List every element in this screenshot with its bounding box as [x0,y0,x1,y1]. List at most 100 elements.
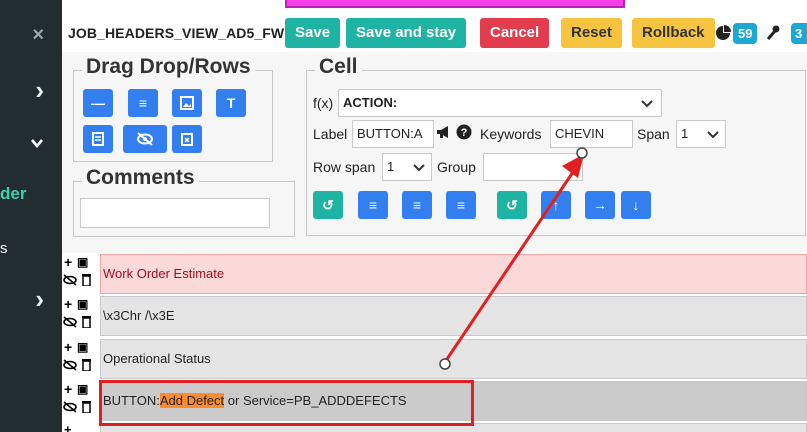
row-controls: + ▣ [62,381,100,423]
count-badge: 59 [733,23,758,44]
add-text-button[interactable]: T [216,89,246,117]
plus-icon[interactable]: + [64,254,72,270]
wrench-icon[interactable] [766,25,780,44]
trash-icon[interactable] [81,400,92,416]
sidebar-item-label: s [0,240,8,257]
eye-slash-icon [137,132,153,146]
fx-label: f(x) [313,95,334,111]
sidebar-item-collapse[interactable] [0,125,62,165]
align-left-button[interactable]: ≡ [358,191,388,219]
align-left-icon: ≡ [368,197,378,213]
sidebar-item-expand-2[interactable]: › [0,282,62,322]
label-label: Label [313,126,348,142]
span-select-value: 1 [681,126,689,141]
chevron-down-icon [707,131,719,139]
minus-icon: — [91,95,105,111]
plus-icon[interactable]: + [64,296,72,312]
row-controls: + ▣ [62,254,100,296]
plus-square-icon[interactable]: ▣ [77,340,88,354]
redo-button[interactable]: ↺ [497,191,527,219]
top-banner-strip [285,0,625,8]
row-cell[interactable]: Work Order Estimate [100,254,807,294]
redo-icon: ↺ [506,197,518,213]
svg-text:?: ? [461,127,468,139]
undo-button[interactable]: ↺ [313,191,343,219]
row-span-label: Row span [313,159,376,175]
sidebar-item-order[interactable]: der [0,176,62,216]
plus-square-icon[interactable]: ▣ [77,297,88,311]
chevron-down-icon[interactable] [30,133,44,153]
align-right-button[interactable]: ≡ [446,191,476,219]
hide-button[interactable] [123,125,167,153]
fx-select-value: ACTION: [343,95,398,110]
move-down-button[interactable]: ↓ [621,191,651,219]
save-and-stay-button[interactable]: Save and stay [346,18,467,48]
align-right-icon: ≡ [456,197,466,213]
span-select[interactable]: 1 [676,120,726,148]
group-label: Group [437,159,476,175]
chevron-down-icon [641,100,653,108]
row-controls: + ▣ [62,339,100,381]
plus-square-icon[interactable]: ▣ [77,382,88,396]
save-button[interactable]: Save [285,18,341,48]
reset-button[interactable]: Reset [561,18,622,48]
app-root: × › der s › JOB_HEADERS_VIEW_AD5_FW Save… [0,0,807,432]
rollback-button[interactable]: Rollback [632,18,715,48]
align-center-icon: ≡ [412,197,422,213]
chevron-down-icon [413,164,425,172]
move-right-button[interactable]: → [585,191,615,219]
sidebar: × › der s › [0,0,62,432]
annotation-highlight-box [99,380,474,426]
arrow-up-icon: ↑ [552,197,560,213]
sidebar-item-expand-1[interactable]: › [0,73,62,113]
drag-drop-rows-legend: Drag Drop/Rows [82,55,255,79]
eye-slash-icon[interactable] [63,359,77,374]
trash-icon[interactable] [81,315,92,331]
list-icon: ≡ [138,95,148,111]
fx-select[interactable]: ACTION: [338,89,662,117]
plus-icon[interactable]: + [64,422,72,432]
group-input[interactable] [483,153,583,181]
text-icon: T [226,95,236,111]
trash-icon[interactable] [81,273,92,289]
plus-icon[interactable]: + [64,381,72,397]
sidebar-item-s[interactable]: s [0,232,62,272]
row-controls: + ▣ [62,296,100,338]
add-separator-button[interactable]: — [83,89,113,117]
trash-icon[interactable] [81,358,92,374]
comments-textarea[interactable] [80,198,270,228]
eye-slash-icon[interactable] [63,401,77,416]
row-cell[interactable]: \x3Chr /\x3E [100,296,807,336]
arrow-down-icon: ↓ [632,197,640,213]
keywords-label: Keywords [480,126,542,142]
row-cell[interactable]: Operational Status [100,339,807,379]
chevron-right-icon[interactable]: › [35,284,44,315]
help-icon[interactable]: ? [456,124,472,143]
document-icon [92,132,104,146]
move-up-button[interactable]: ↑ [541,191,571,219]
comments-legend: Comments [82,166,199,190]
eye-slash-icon[interactable] [63,316,77,331]
sidebar-item-label: der [0,184,27,203]
add-lines-button[interactable]: ≡ [128,89,158,117]
keywords-input[interactable]: CHEVIN [550,120,633,148]
add-image-button[interactable] [172,89,202,117]
page-title: JOB_HEADERS_VIEW_AD5_FW [68,25,285,41]
row-span-select[interactable]: 1 [382,153,432,181]
bullhorn-icon[interactable] [436,125,452,142]
eye-slash-icon[interactable] [63,274,77,289]
label-input[interactable]: BUTTON:A [352,120,434,148]
align-center-button[interactable]: ≡ [402,191,432,219]
sidebar-close[interactable]: × [0,18,62,58]
pie-chart-icon[interactable] [715,25,731,44]
plus-icon[interactable]: + [64,339,72,355]
plus-square-icon[interactable]: ▣ [77,255,88,269]
add-date-button[interactable] [172,125,202,153]
row-span-select-value: 1 [387,159,395,174]
chevron-right-icon[interactable]: › [35,75,44,106]
cancel-button[interactable]: Cancel [480,18,550,48]
image-icon [180,96,194,110]
add-document-button[interactable] [83,125,113,153]
close-icon[interactable]: × [32,24,44,47]
count-badge-2: 3 [791,23,807,44]
